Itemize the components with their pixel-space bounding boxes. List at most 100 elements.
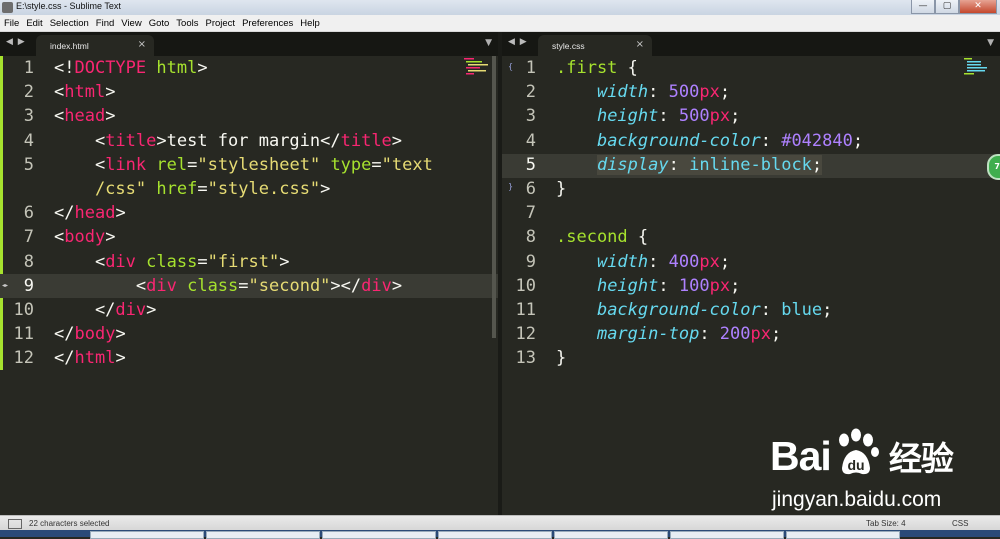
line-number: 12: [13, 348, 34, 369]
taskbar-button[interactable]: [554, 531, 668, 539]
baidu-jingyan-watermark: Bai 经验 du jingyan.baidu.com: [770, 428, 990, 512]
line-number: 11: [515, 300, 536, 320]
code-line[interactable]: 1 <!DOCTYPE html>: [0, 56, 498, 80]
taskbar-button[interactable]: [206, 531, 320, 539]
notification-badge[interactable]: 71: [987, 154, 1000, 180]
code-line[interactable]: 11 background-color: blue;: [502, 298, 1000, 322]
taskbar-button[interactable]: [438, 531, 552, 539]
code-line[interactable]: 4 <title>test for margin</title>: [0, 129, 498, 153]
code-text: <html>: [54, 80, 115, 104]
code-line[interactable]: 12 </html>: [0, 346, 498, 370]
taskbar-button[interactable]: [786, 531, 900, 539]
code-line[interactable]: 7 <body>: [0, 225, 498, 249]
code-line[interactable]: 1 .first {: [502, 56, 1000, 80]
maximize-button[interactable]: ▢: [935, 0, 959, 14]
code-line[interactable]: 8 .second {: [502, 225, 1000, 249]
menu-selection[interactable]: Selection: [47, 18, 92, 29]
tab-close-icon[interactable]: ×: [636, 39, 644, 50]
code-token: }: [556, 179, 567, 199]
syntax-selector[interactable]: CSS: [952, 519, 968, 528]
code-token: px: [709, 275, 731, 296]
code-text: background-color: blue;: [556, 298, 832, 322]
menu-edit[interactable]: Edit: [23, 18, 45, 29]
code-line[interactable]: 10 height: 100px;: [502, 274, 1000, 298]
code-line[interactable]: 5 <link rel="stylesheet" type="text: [0, 153, 498, 177]
menu-bar: File Edit Selection Find View Goto Tools…: [0, 15, 1000, 32]
menu-preferences[interactable]: Preferences: [239, 18, 296, 29]
code-line[interactable]: 4 background-color: #042840;: [502, 129, 1000, 153]
tab-index-html[interactable]: index.html ×: [36, 35, 154, 56]
code-token: =: [197, 251, 208, 272]
code-token: inline-block: [689, 154, 812, 175]
code-token: <: [54, 227, 65, 248]
code-text: }: [556, 346, 566, 370]
code-line[interactable]: 11 </body>: [0, 322, 498, 346]
line-number: 1: [23, 58, 34, 78]
minimize-button[interactable]: —: [911, 0, 935, 14]
code-token: </: [54, 348, 75, 369]
menu-view[interactable]: View: [118, 18, 144, 29]
menu-find[interactable]: Find: [93, 18, 117, 29]
code-token: ;: [719, 82, 731, 103]
code-text: background-color: #042840;: [556, 129, 863, 153]
menu-tools[interactable]: Tools: [173, 18, 201, 29]
code-token: 400: [668, 251, 700, 272]
code-text: /css" href="style.css">: [54, 177, 330, 201]
code-token: >: [115, 348, 126, 369]
code-line[interactable]: 6 </head>: [0, 201, 498, 225]
code-token: div: [146, 275, 177, 296]
taskbar-button[interactable]: [322, 531, 436, 539]
code-token: html: [74, 348, 116, 369]
code-line[interactable]: 5 display: inline-block;: [502, 153, 1000, 177]
code-text: width: 400px;: [556, 250, 730, 274]
code-token: <: [54, 106, 65, 127]
editor-pane-index-html[interactable]: ◂▸ 1 <!DOCTYPE html> 2 <html> 3 <head> 4 <titl…: [0, 56, 498, 515]
code-line[interactable]: 9 <div class="second"></div>: [0, 274, 498, 298]
code-line[interactable]: 2 <html>: [0, 80, 498, 104]
code-line[interactable]: 3 <head>: [0, 104, 498, 128]
tab-menu-chevron-down-icon[interactable]: ▼: [987, 38, 994, 48]
code-line[interactable]: 8 <div class="first">: [0, 250, 498, 274]
tab-style-css[interactable]: style.css ×: [538, 35, 652, 56]
code-token: class: [146, 251, 198, 272]
code-line[interactable]: /css" href="style.css">: [0, 177, 498, 201]
code-token: head: [74, 203, 116, 224]
code-token: :: [760, 130, 782, 151]
close-button[interactable]: ✕: [959, 0, 997, 14]
code-token: rel: [156, 154, 188, 175]
line-number: 11: [13, 324, 34, 345]
code-token: >test for margin</: [156, 130, 341, 151]
code-line[interactable]: 12 margin-top: 200px;: [502, 322, 1000, 346]
code-line[interactable]: 9 width: 400px;: [502, 250, 1000, 274]
code-token: px: [699, 251, 720, 272]
code-token: >: [105, 82, 116, 103]
code-line[interactable]: 2 width: 500px;: [502, 80, 1000, 104]
tab-label: style.css: [552, 41, 585, 51]
code-line[interactable]: 10 </div>: [0, 298, 498, 322]
code-line[interactable]: 13}: [502, 346, 1000, 370]
code-token: height: [596, 275, 659, 296]
tab-nav-arrows-icon[interactable]: ◀ ▶: [508, 37, 528, 47]
taskbar-button[interactable]: [90, 531, 204, 539]
code-line[interactable]: 6}: [502, 177, 1000, 201]
line-number: 2: [23, 82, 34, 103]
code-line[interactable]: 7: [502, 201, 1000, 225]
code-token: width: [596, 82, 649, 103]
menu-goto[interactable]: Goto: [146, 18, 173, 29]
tab-close-icon[interactable]: ×: [138, 39, 146, 50]
os-taskbar: [0, 530, 1000, 539]
panel-toggle-icon[interactable]: [8, 519, 22, 529]
tab-nav-arrows-icon[interactable]: ◀ ▶: [6, 37, 26, 47]
menu-help[interactable]: Help: [297, 18, 323, 29]
menu-project[interactable]: Project: [202, 18, 238, 29]
code-line[interactable]: 3 height: 500px;: [502, 104, 1000, 128]
menu-file[interactable]: File: [1, 18, 22, 29]
tab-menu-chevron-down-icon[interactable]: ▼: [485, 38, 492, 48]
taskbar-button[interactable]: [670, 531, 784, 539]
code-token: title: [340, 130, 392, 151]
tab-size-selector[interactable]: Tab Size: 4: [866, 519, 906, 528]
code-token: >: [146, 300, 157, 320]
